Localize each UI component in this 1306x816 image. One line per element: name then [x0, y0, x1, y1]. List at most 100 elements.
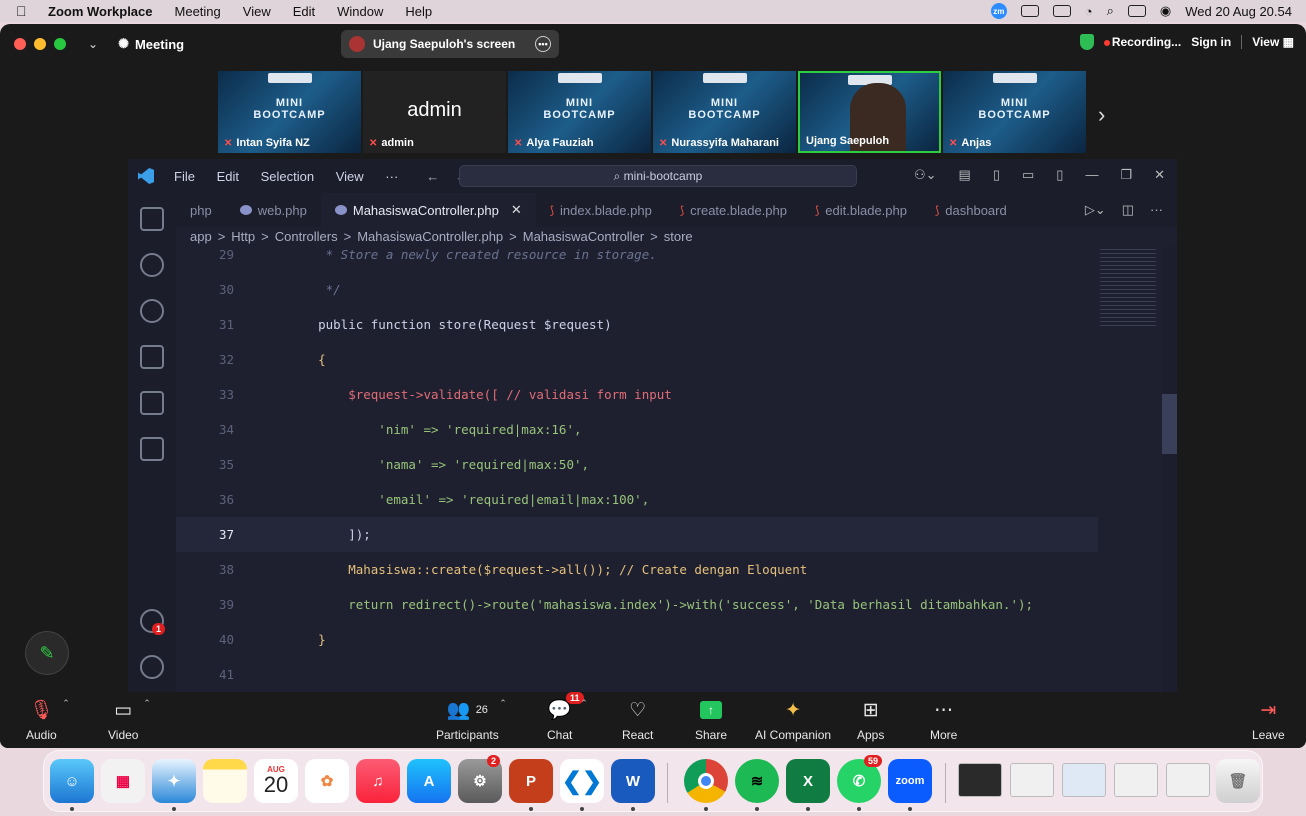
- editor-scrollbar[interactable]: [1162, 247, 1177, 693]
- vscode-menu-more[interactable]: ···: [385, 169, 398, 184]
- vscode-menu-edit[interactable]: Edit: [217, 169, 239, 184]
- participant-tile[interactable]: MINI BOOTCAMP ✕ Intan Syifa NZ: [218, 71, 361, 153]
- chrome-icon[interactable]: [684, 759, 728, 803]
- annotate-pen-icon[interactable]: ✎: [25, 631, 69, 675]
- search-icon[interactable]: [140, 253, 164, 277]
- excel-icon[interactable]: X: [786, 759, 830, 803]
- audio-button[interactable]: 🎙 Audio: [26, 698, 57, 742]
- participant-tile-active-speaker[interactable]: BO Ujang Saepuloh: [798, 71, 941, 153]
- apple-menu-icon[interactable]: : [16, 3, 34, 19]
- remote-explorer-icon[interactable]: [140, 391, 164, 415]
- share-button[interactable]: ↑ Share: [695, 698, 727, 742]
- breadcrumb-item[interactable]: store: [664, 229, 693, 244]
- more-button[interactable]: ⋯ More: [930, 698, 957, 743]
- music-icon[interactable]: ♫: [356, 759, 400, 803]
- minimized-window-thumbnail[interactable]: [1062, 763, 1106, 797]
- sign-in-link[interactable]: Sign in: [1191, 35, 1231, 49]
- run-icon[interactable]: ▷⌄: [1085, 202, 1106, 218]
- breadcrumb-item[interactable]: MahasiswaController: [523, 229, 644, 244]
- spotify-icon[interactable]: ≋: [735, 759, 779, 803]
- screen-share-indicator[interactable]: Ujang Saepuloh's screen •••: [341, 30, 559, 58]
- toggle-secondary-sidebar-icon[interactable]: ▯: [1056, 167, 1063, 183]
- spotlight-search-icon[interactable]: ⌕: [1107, 3, 1114, 19]
- minimize-window-button[interactable]: [34, 38, 46, 50]
- menu-window[interactable]: Window: [337, 4, 383, 19]
- battery-icon[interactable]: [1052, 5, 1071, 17]
- participant-tile[interactable]: admin ✕ admin: [363, 71, 506, 153]
- explorer-icon[interactable]: [140, 207, 164, 231]
- close-tab-icon[interactable]: ✕: [511, 202, 522, 218]
- meeting-menu[interactable]: ✺ Meeting: [118, 36, 184, 52]
- tab-edit-blade[interactable]: ⟆ edit.blade.php: [801, 193, 921, 227]
- menu-view[interactable]: View: [243, 4, 271, 19]
- vscode-menu-selection[interactable]: Selection: [261, 169, 314, 184]
- close-icon[interactable]: ✕: [1154, 167, 1165, 183]
- split-editor-icon[interactable]: ◫: [1122, 202, 1134, 218]
- chat-button[interactable]: 💬 11 Chat: [547, 692, 584, 742]
- launchpad-icon[interactable]: ▦: [101, 759, 145, 803]
- tab-dashboard[interactable]: ⟆ dashboard: [921, 193, 1021, 227]
- keyboard-icon[interactable]: [1020, 5, 1039, 17]
- next-participants-chevron-icon[interactable]: ›: [1098, 102, 1105, 128]
- participant-tile[interactable]: MINI BOOTCAMP ✕ Nurassyifa Maharani: [653, 71, 796, 153]
- participants-button[interactable]: 👥 26 Participants: [436, 698, 499, 742]
- tab-index-blade[interactable]: ⟆ index.blade.php: [536, 193, 666, 227]
- word-icon[interactable]: W: [611, 759, 655, 803]
- ai-companion-button[interactable]: ✦ AI Companion: [755, 698, 831, 743]
- menu-zoom-workplace[interactable]: Zoom Workplace: [48, 4, 153, 19]
- chevron-down-icon[interactable]: ⌄: [88, 37, 98, 51]
- breadcrumb-item[interactable]: Http: [231, 229, 255, 244]
- trash-icon[interactable]: 🗑: [1216, 759, 1260, 803]
- fullscreen-window-button[interactable]: [54, 38, 66, 50]
- safari-icon[interactable]: ✦: [152, 759, 196, 803]
- minimized-window-thumbnail[interactable]: [958, 763, 1002, 797]
- code-editor[interactable]: 29 * Store a newly created resource in s…: [176, 247, 1162, 693]
- vscode-icon[interactable]: ❮❯: [560, 759, 604, 803]
- extensions-icon[interactable]: [140, 437, 164, 461]
- minimized-window-thumbnail[interactable]: [1166, 763, 1210, 797]
- tab-web-php[interactable]: web.php: [226, 193, 321, 227]
- more-actions-icon[interactable]: ···: [1150, 202, 1163, 218]
- minimized-window-thumbnail[interactable]: [1010, 763, 1054, 797]
- apps-button[interactable]: ⊞ Apps: [857, 698, 884, 743]
- encryption-shield-icon[interactable]: [1079, 34, 1094, 50]
- powerpoint-icon[interactable]: P: [509, 759, 553, 803]
- calendar-icon[interactable]: AUG 20: [254, 759, 298, 803]
- toggle-sidebar-icon[interactable]: ▯: [993, 167, 1000, 183]
- copilot-icon[interactable]: ⚇⌄: [914, 167, 937, 183]
- view-button[interactable]: View ▦: [1252, 35, 1294, 49]
- layout-icon[interactable]: ▤: [959, 167, 971, 183]
- minimized-window-thumbnail[interactable]: [1114, 763, 1158, 797]
- back-arrow-icon[interactable]: ←: [426, 169, 439, 184]
- more-options-icon[interactable]: •••: [535, 36, 551, 52]
- tab-php[interactable]: php: [176, 193, 226, 227]
- app-store-icon[interactable]: A: [407, 759, 451, 803]
- vscode-menu-file[interactable]: File: [174, 169, 195, 184]
- react-button[interactable]: ♡ React: [622, 698, 653, 743]
- breadcrumb-item[interactable]: MahasiswaController.php: [357, 229, 503, 244]
- breadcrumb-item[interactable]: app: [190, 229, 212, 244]
- toggle-panel-icon[interactable]: ▭: [1022, 167, 1034, 183]
- command-center-search[interactable]: ⌕ mini-bootcamp: [459, 165, 857, 187]
- vscode-menu-view[interactable]: View: [336, 169, 364, 184]
- control-center-icon[interactable]: [1127, 5, 1146, 17]
- scrollbar-thumb[interactable]: [1162, 394, 1177, 454]
- recording-indicator[interactable]: Recording...: [1103, 35, 1181, 49]
- participant-tile[interactable]: MINI BOOTCAMP ✕ Anjas: [943, 71, 1086, 153]
- video-button[interactable]: ▭ Video: [108, 698, 138, 743]
- tab-create-blade[interactable]: ⟆ create.blade.php: [666, 193, 801, 227]
- close-window-button[interactable]: [14, 38, 26, 50]
- menu-help[interactable]: Help: [405, 4, 432, 19]
- zoom-status-icon[interactable]: zm: [990, 3, 1007, 19]
- restore-icon[interactable]: ❐: [1120, 167, 1132, 183]
- wifi-icon[interactable]: ◔: [1085, 4, 1093, 19]
- settings-gear-icon[interactable]: [140, 655, 164, 679]
- zoom-app-icon[interactable]: zoom: [888, 759, 932, 803]
- finder-icon[interactable]: ☺: [50, 759, 94, 803]
- menubar-clock[interactable]: Wed 20 Aug 20.54: [1185, 4, 1292, 19]
- menu-meeting[interactable]: Meeting: [175, 4, 221, 19]
- breadcrumb-item[interactable]: Controllers: [275, 229, 338, 244]
- participant-tile[interactable]: MINI BOOTCAMP ✕ Alya Fauziah: [508, 71, 651, 153]
- menu-edit[interactable]: Edit: [293, 4, 315, 19]
- minimize-icon[interactable]: —: [1085, 167, 1098, 183]
